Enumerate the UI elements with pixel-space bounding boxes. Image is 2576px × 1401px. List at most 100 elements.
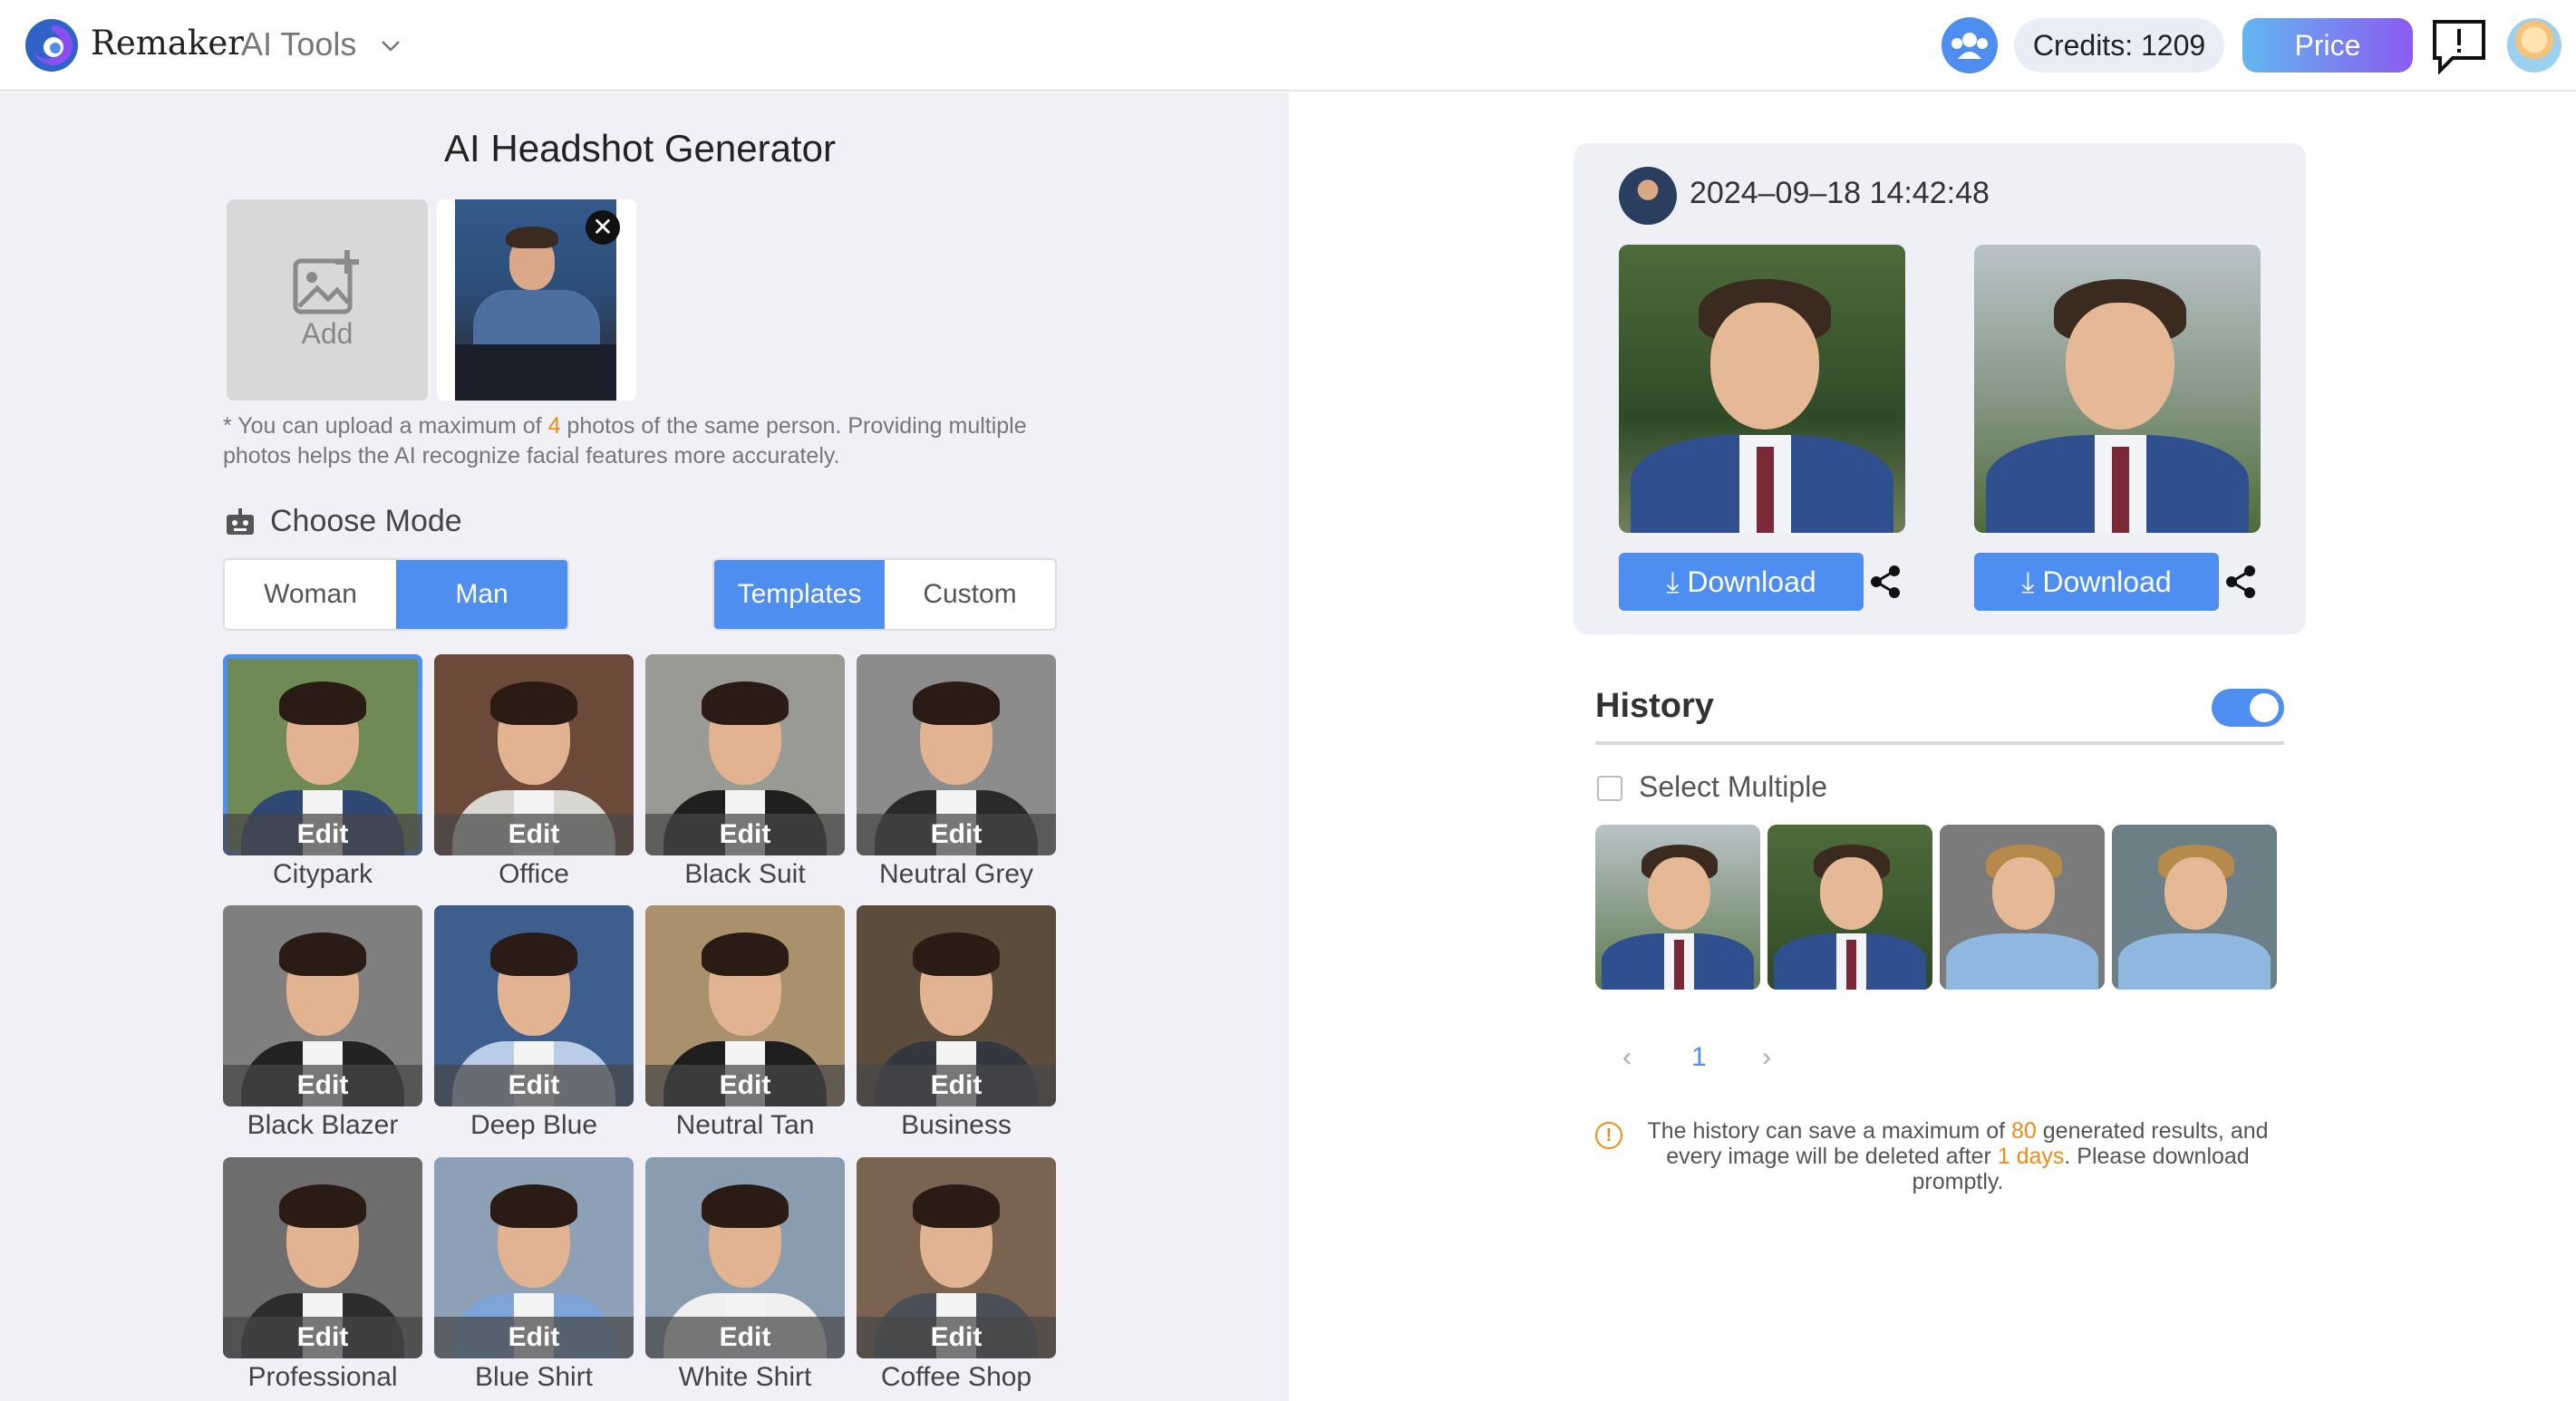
template-image[interactable]: Edit (223, 905, 422, 1106)
remaker-logo-icon[interactable] (24, 18, 79, 72)
template-name: White Shirt (678, 1362, 812, 1392)
template-card[interactable]: Edit Black Blazer (223, 905, 422, 1141)
template-edit-button[interactable]: Edit (645, 1065, 845, 1106)
template-card[interactable]: Edit White Shirt (645, 1157, 845, 1393)
user-avatar[interactable] (2507, 18, 2561, 72)
result-image[interactable] (1974, 245, 2261, 533)
prev-page-button[interactable]: ‹ (1622, 1042, 1632, 1073)
custom-tab[interactable]: Custom (885, 560, 1055, 629)
template-image[interactable]: Edit (857, 905, 1056, 1106)
portrait-face (1648, 857, 1711, 931)
download-button[interactable]: ⤓ Download (1974, 553, 2219, 611)
template-name: Deep Blue (470, 1110, 598, 1140)
select-multiple-checkbox[interactable] (1597, 776, 1622, 801)
template-card[interactable]: Edit Blue Shirt (434, 1157, 634, 1393)
template-hair (702, 681, 789, 725)
template-edit-button[interactable]: Edit (434, 1317, 634, 1358)
history-divider (1595, 741, 2284, 745)
upload-note: * You can upload a maximum of 4 photos o… (223, 411, 1057, 471)
template-image[interactable]: Edit (645, 1157, 845, 1358)
feedback-icon[interactable] (2431, 18, 2487, 74)
template-image[interactable]: Edit (434, 654, 634, 855)
template-name: Neutral Grey (878, 859, 1034, 889)
template-card[interactable]: Edit Office (434, 654, 634, 890)
brand-name[interactable]: Remaker (91, 24, 244, 63)
template-image[interactable]: Edit (645, 905, 845, 1106)
template-edit-button[interactable]: Edit (223, 1065, 422, 1106)
template-edit-button[interactable]: Edit (434, 814, 634, 855)
portrait-face (2164, 857, 2228, 931)
community-icon[interactable] (1942, 17, 1998, 73)
top-bar: Remaker AI Tools Credits: 1209 Price (0, 0, 2576, 92)
template-edit-button[interactable]: Edit (857, 1065, 1056, 1106)
template-image[interactable]: Edit (434, 905, 634, 1106)
template-edit-button[interactable]: Edit (645, 814, 845, 855)
share-icon[interactable] (2223, 564, 2259, 600)
template-image[interactable]: Edit (645, 654, 845, 855)
chevron-down-icon[interactable] (379, 34, 402, 58)
template-edit-button[interactable]: Edit (857, 1317, 1056, 1358)
template-hair (702, 1184, 789, 1228)
result-avatar (1619, 167, 1677, 225)
template-image[interactable]: Edit (857, 654, 1056, 855)
template-name: Coffee Shop (880, 1362, 1032, 1392)
select-multiple-label[interactable]: Select Multiple (1639, 770, 1827, 804)
woman-option[interactable]: Woman (225, 560, 396, 629)
add-photo-button[interactable]: Add (227, 199, 428, 401)
download-icon: ⤓ (2021, 565, 2043, 598)
remove-photo-button[interactable]: ✕ (586, 210, 620, 245)
template-grid: Edit Citypark Edit Office Edit Black Suit Edit… (223, 654, 1059, 1401)
template-card[interactable]: Edit Business (857, 905, 1056, 1141)
template-card[interactable]: Edit Professional (223, 1157, 422, 1393)
result-image[interactable] (1619, 245, 1905, 533)
choose-mode-title: Choose Mode (270, 504, 462, 538)
template-name: Black Blazer (247, 1110, 399, 1140)
template-image[interactable]: Edit (434, 1157, 634, 1358)
portrait-suit (2118, 933, 2271, 990)
page-number[interactable]: 1 (1691, 1042, 1707, 1073)
template-edit-button[interactable]: Edit (857, 814, 1056, 855)
template-image[interactable]: Edit (857, 1157, 1056, 1358)
history-info-max: 80 (2011, 1118, 2037, 1144)
template-card[interactable]: Edit Coffee Shop (857, 1157, 1056, 1393)
template-card[interactable]: Edit Deep Blue (434, 905, 634, 1141)
template-card[interactable]: Edit Black Suit (645, 654, 845, 890)
next-page-button[interactable]: › (1762, 1042, 1771, 1073)
template-image[interactable]: Edit (223, 654, 422, 855)
history-thumbnail[interactable] (1940, 825, 2105, 990)
uploaded-photo[interactable]: ✕ (437, 199, 636, 401)
history-info-days: 1 days (1997, 1144, 2065, 1169)
history-toggle[interactable] (2212, 689, 2284, 727)
portrait-tie (1846, 940, 1857, 990)
template-hair (702, 932, 789, 976)
ai-tools-menu[interactable]: AI Tools (241, 25, 356, 63)
info-icon: ! (1595, 1122, 1622, 1149)
portrait-tie (1756, 446, 1774, 533)
template-card[interactable]: Edit Citypark (223, 654, 422, 890)
share-icon[interactable] (1867, 564, 1903, 600)
template-name: Professional (247, 1362, 398, 1392)
credits-badge[interactable]: Credits: 1209 (2014, 18, 2224, 72)
template-card[interactable]: Edit Neutral Tan (645, 905, 845, 1141)
result-card: 2024–09–18 14:42:48 ⤓ Download ⤓ Downloa… (1574, 143, 2306, 634)
man-option[interactable]: Man (396, 560, 567, 629)
template-edit-button[interactable]: Edit (434, 1065, 634, 1106)
templates-tab[interactable]: Templates (714, 560, 885, 629)
template-image[interactable]: Edit (223, 1157, 422, 1358)
add-label: Add (301, 317, 353, 350)
download-label: Download (2042, 565, 2172, 598)
template-edit-button[interactable]: Edit (223, 1317, 422, 1358)
template-hair (913, 1184, 1000, 1228)
template-edit-button[interactable]: Edit (645, 1317, 845, 1358)
template-hair (490, 1184, 577, 1228)
download-label: Download (1687, 565, 1816, 598)
history-thumbnail[interactable] (1595, 825, 1760, 990)
template-edit-button[interactable]: Edit (223, 814, 422, 855)
history-thumbnail[interactable] (1767, 825, 1932, 990)
price-button[interactable]: Price (2242, 18, 2413, 72)
download-button[interactable]: ⤓ Download (1619, 553, 1864, 611)
history-thumbnail[interactable] (2112, 825, 2277, 990)
template-card[interactable]: Edit Neutral Grey (857, 654, 1056, 890)
template-name: Neutral Tan (675, 1110, 815, 1140)
page-title: AI Headshot Generator (444, 127, 836, 169)
